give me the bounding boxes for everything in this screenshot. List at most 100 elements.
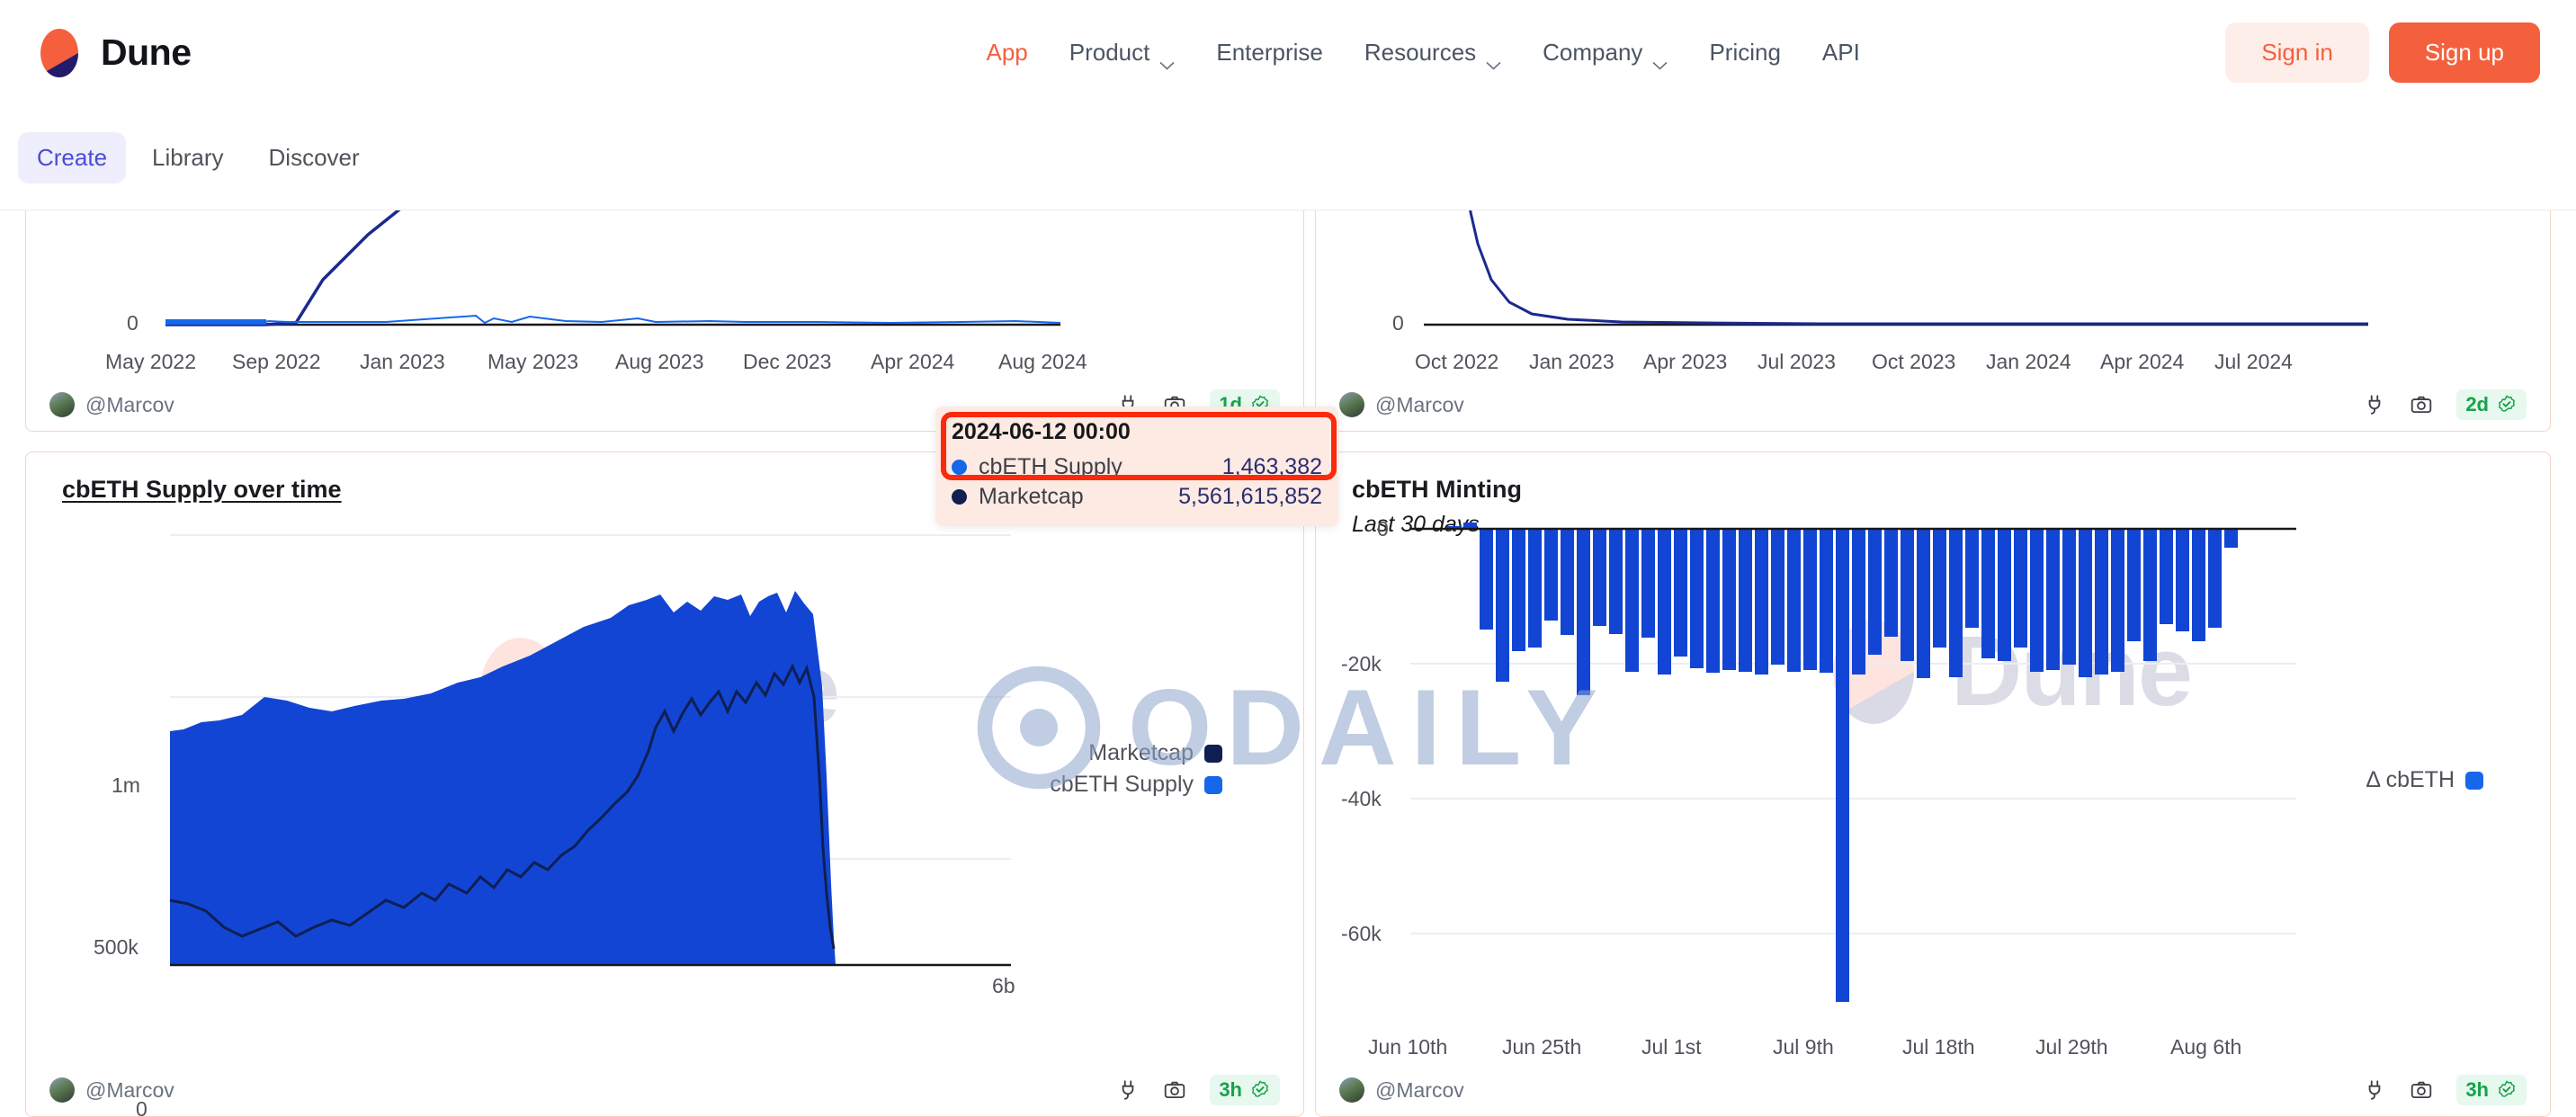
tooltip-value-marketcap: 5,561,615,852 <box>1178 484 1322 509</box>
tab-library[interactable]: Library <box>133 132 242 183</box>
legend-swatch-cbeth-supply <box>1204 775 1222 794</box>
tooltip-dot-marketcap <box>952 489 967 505</box>
top-left-x-tick-7: Aug 2024 <box>998 350 1087 373</box>
chart-legend: Δ cbETH <box>2366 767 2483 799</box>
card-author[interactable]: @Marcov <box>1339 392 1464 417</box>
avatar <box>49 392 75 417</box>
camera-icon[interactable] <box>2410 393 2433 416</box>
minting-y-tick-0: 0 <box>1377 517 1389 541</box>
chevron-down-icon <box>1486 49 1501 70</box>
top-right-x-tick-3: Jul 2023 <box>1758 350 1836 373</box>
top-right-x-tick-0: Oct 2022 <box>1415 350 1499 373</box>
legend-item-marketcap[interactable]: Marketcap <box>1050 740 1222 766</box>
nav-item-company[interactable]: Company <box>1543 39 1668 70</box>
brand-logo-link[interactable]: Dune <box>34 28 192 78</box>
top-right-y-tick-0: 0 <box>1392 311 1404 335</box>
card-footer: @Marcov 3h <box>1316 1064 2550 1116</box>
plug-icon[interactable] <box>2363 1078 2386 1102</box>
supply-y-tick-500k: 500k <box>94 935 139 959</box>
legend-item-cbeth-supply[interactable]: cbETH Supply <box>1050 772 1222 798</box>
top-left-x-tick-3: May 2023 <box>487 350 579 373</box>
legend-item-delta-cbeth[interactable]: Δ cbETH <box>2366 767 2483 793</box>
tab-create[interactable]: Create <box>18 131 127 183</box>
tooltip-row-marketcap: Marketcap 5,561,615,852 <box>952 484 1322 510</box>
card-footer-actions: 3h <box>1116 1075 1280 1105</box>
legend-swatch-marketcap <box>1204 744 1222 763</box>
nav-item-resources[interactable]: Resources <box>1364 39 1501 70</box>
sign-in-button[interactable]: Sign in <box>2225 22 2369 83</box>
top-right-x-tick-4: Oct 2023 <box>1872 350 1956 373</box>
primary-nav: App Product Enterprise Resources Company… <box>987 39 1860 70</box>
card-footer: @Marcov 3h <box>26 1064 1303 1116</box>
card-author[interactable]: @Marcov <box>1339 1077 1464 1103</box>
verified-check-icon <box>2499 395 2515 412</box>
nav-item-api[interactable]: API <box>1822 39 1860 67</box>
nav-item-resources-label: Resources <box>1364 39 1477 66</box>
dashboard-grid: 0 May 2022 Sep 2022 Jan 2023 May 2023 Au… <box>0 18 2576 1117</box>
marketcap-y-tick-6b: 6b <box>992 974 1015 997</box>
marketing-top-nav: Dune App Product Enterprise Resources Co… <box>0 0 2576 105</box>
tooltip-row-cbeth-supply: cbETH Supply 1,463,382 <box>952 454 1322 480</box>
minting-x-tick-6: Aug 6th <box>2170 1035 2242 1059</box>
verified-check-icon <box>2499 1080 2515 1097</box>
camera-icon[interactable] <box>2410 1078 2433 1102</box>
freshness-badge: 3h <box>2456 1075 2527 1105</box>
card-author[interactable]: @Marcov <box>49 392 174 417</box>
nav-item-enterprise[interactable]: Enterprise <box>1216 39 1323 67</box>
minting-y-tick-60k: -60k <box>1341 922 1382 945</box>
freshness-text: 3h <box>2465 1078 2489 1101</box>
nav-item-api-label: API <box>1821 39 1860 66</box>
avatar <box>1339 392 1364 417</box>
minting-x-tick-3: Jul 9th <box>1773 1035 1834 1059</box>
legend-swatch-delta-cbeth <box>2465 771 2483 790</box>
app-toolbar: Create Library Discover <box>0 105 2576 210</box>
card-author[interactable]: @Marcov <box>49 1077 174 1103</box>
app-tab-group: Create Library Discover <box>18 131 379 183</box>
author-name: @Marcov <box>1375 1077 1464 1102</box>
top-right-x-tick-7: Jul 2024 <box>2214 350 2293 373</box>
tooltip-label-cbeth-supply: cbETH Supply <box>979 454 1123 479</box>
nav-item-product[interactable]: Product <box>1069 39 1176 70</box>
card-title-cbeth-minting: cbETH Minting <box>1352 476 1522 503</box>
tooltip-value-cbeth-supply: 1,463,382 <box>1221 454 1322 479</box>
nav-item-company-label: Company <box>1543 39 1643 66</box>
nav-item-pricing[interactable]: Pricing <box>1709 39 1780 67</box>
author-name: @Marcov <box>85 1077 174 1102</box>
camera-icon[interactable] <box>1163 1078 1186 1102</box>
chevron-down-icon <box>1652 49 1668 70</box>
page-title[interactable]: cbETH Supply over time <box>62 476 342 504</box>
top-left-x-tick-5: Dec 2023 <box>743 350 832 373</box>
chevron-down-icon <box>1159 49 1175 70</box>
nav-item-app[interactable]: App <box>987 39 1028 67</box>
dashboard-card-cbeth-minting[interactable]: cbETH Minting Last 30 days Dune 0 -20k -… <box>1315 451 2551 1117</box>
avatar <box>49 1077 75 1103</box>
freshness-text: 2d <box>2465 393 2489 416</box>
minting-x-tick-5: Jul 29th <box>2035 1035 2108 1059</box>
supply-y-tick-1m: 1m <box>112 773 140 797</box>
plug-icon[interactable] <box>2363 393 2386 416</box>
top-left-x-tick-4: Aug 2023 <box>615 350 704 373</box>
nav-item-app-label: App <box>986 39 1028 66</box>
author-name: @Marcov <box>85 392 174 416</box>
dune-logo-icon <box>34 28 85 78</box>
freshness-badge: 3h <box>1210 1075 1280 1105</box>
minting-y-tick-20k: -20k <box>1341 652 1382 675</box>
sign-up-button[interactable]: Sign up <box>2388 22 2540 83</box>
card-footer-actions: 2d <box>2363 389 2527 420</box>
plug-icon[interactable] <box>1116 1078 1140 1102</box>
top-right-x-tick-6: Apr 2024 <box>2100 350 2185 373</box>
minting-y-tick-40k: -40k <box>1341 787 1382 810</box>
avatar <box>1339 1077 1364 1103</box>
dashboard-card-cbeth-supply[interactable]: cbETH Supply over time Dune 1m <box>25 451 1304 1117</box>
tab-discover[interactable]: Discover <box>250 132 379 183</box>
nav-item-product-label: Product <box>1069 39 1150 66</box>
minting-x-tick-2: Jul 1st <box>1641 1035 1702 1059</box>
auth-actions: Sign in Sign up <box>2225 22 2540 83</box>
top-left-x-tick-2: Jan 2023 <box>360 350 445 373</box>
nav-item-pricing-label: Pricing <box>1709 39 1781 66</box>
legend-item-cbeth-supply-label: cbETH Supply <box>1050 772 1194 797</box>
minting-x-tick-0: Jun 10th <box>1368 1035 1448 1059</box>
author-name: @Marcov <box>1375 392 1464 416</box>
minting-x-tick-4: Jul 18th <box>1902 1035 1975 1059</box>
chart-legend: Marketcap cbETH Supply <box>1050 740 1222 803</box>
